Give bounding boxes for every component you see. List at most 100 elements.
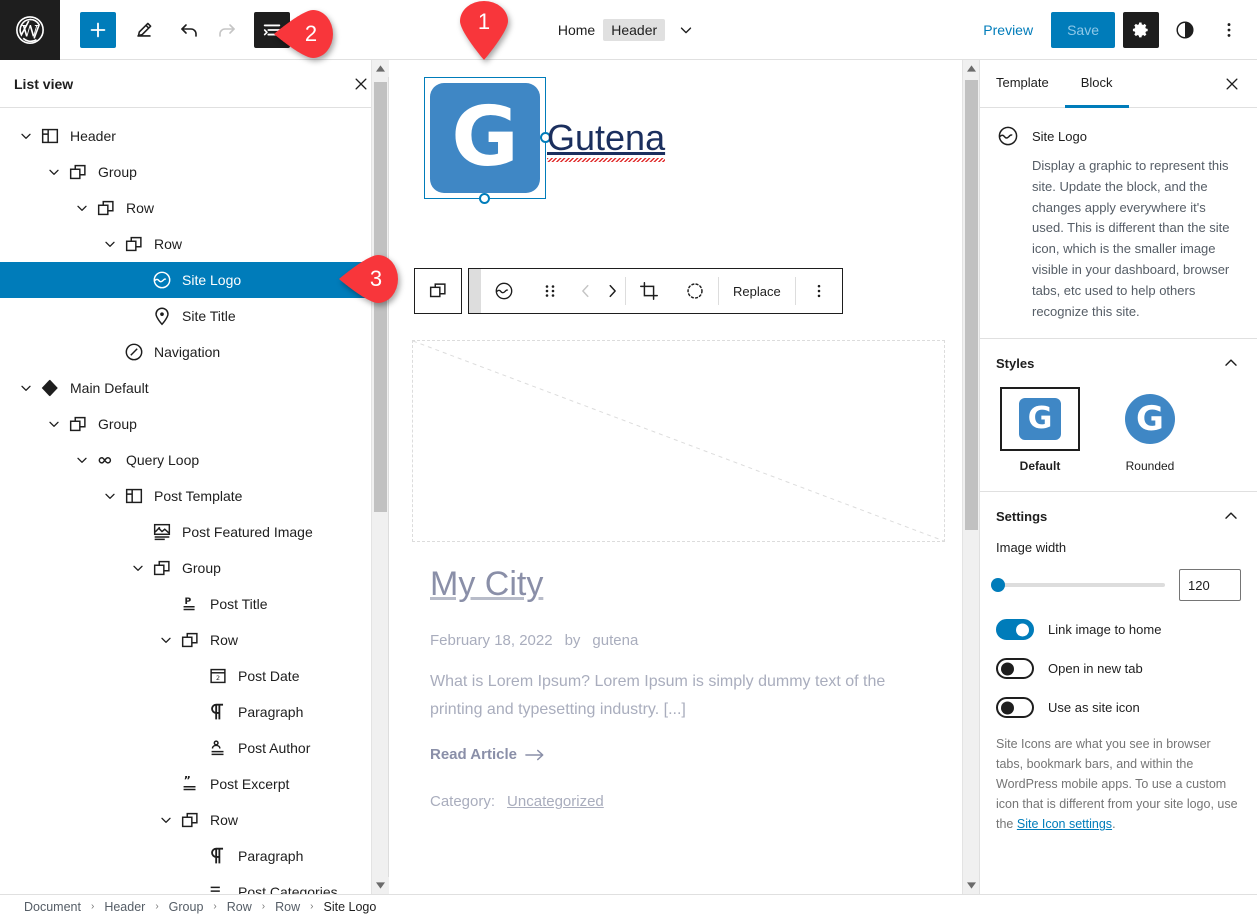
site-icon-settings-link[interactable]: Site Icon settings <box>1017 817 1112 831</box>
list-view-row-post-author[interactable]: Post Author <box>0 730 371 766</box>
image-width-slider[interactable] <box>991 578 1165 593</box>
toggle-use-as-site-icon[interactable] <box>996 697 1034 719</box>
list-view-row-post-title[interactable]: P Post Title <box>0 586 371 622</box>
replace-button[interactable]: Replace <box>719 269 795 313</box>
paragraph-icon <box>206 844 230 868</box>
breadcrumb-separator: › <box>261 901 266 912</box>
site-title-text: Gutena <box>547 117 666 158</box>
block-type-button[interactable] <box>481 269 527 313</box>
expand-collapse-chevron-icon[interactable] <box>98 232 122 256</box>
undo-button[interactable] <box>172 12 208 48</box>
breadcrumb-item-row[interactable]: Row <box>227 900 252 914</box>
row-spacer <box>182 664 206 688</box>
toggle-open-in-new-tab[interactable] <box>996 658 1034 680</box>
scrollbar-thumb[interactable] <box>965 80 978 530</box>
canvas-scrollbar[interactable] <box>962 60 979 894</box>
breadcrumb-item-site-logo[interactable]: Site Logo <box>323 900 376 914</box>
list-view-row-post-categories[interactable]: Post Categories <box>0 874 371 894</box>
move-right-button[interactable] <box>599 269 625 313</box>
list-view-row-group[interactable]: Group <box>0 550 371 586</box>
expand-collapse-chevron-icon[interactable] <box>154 628 178 652</box>
expand-collapse-chevron-icon[interactable] <box>154 808 178 832</box>
styles-contrast-button[interactable] <box>1167 12 1203 48</box>
sidebar-close-button[interactable] <box>1217 69 1247 99</box>
list-view-row-paragraph[interactable]: Paragraph <box>0 694 371 730</box>
post-title[interactable]: My City <box>430 565 543 604</box>
expand-collapse-chevron-icon[interactable] <box>70 448 94 472</box>
list-view-row-post-featured-image[interactable]: Post Featured Image <box>0 514 371 550</box>
crop-button[interactable] <box>626 269 672 313</box>
image-width-input[interactable] <box>1179 569 1241 602</box>
settings-button[interactable] <box>1123 12 1159 48</box>
settings-section-header[interactable]: Settings <box>996 506 1241 526</box>
resize-handle-bottom[interactable] <box>479 193 490 204</box>
toggle-link-image-to-home[interactable] <box>996 619 1034 641</box>
list-view-row-header[interactable]: Header <box>0 118 371 154</box>
list-view-row-site-title[interactable]: Site Title <box>0 298 371 334</box>
document-template-chip[interactable]: Header <box>603 19 666 41</box>
save-button[interactable]: Save <box>1051 12 1115 48</box>
scrollbar-down-button[interactable] <box>963 877 979 894</box>
toolbar-drag-grip[interactable] <box>469 269 481 313</box>
scrollbar-down-button[interactable] <box>372 877 389 894</box>
expand-collapse-chevron-icon[interactable] <box>42 160 66 184</box>
select-parent-block-button[interactable] <box>415 269 461 313</box>
list-view-row-group[interactable]: Group <box>0 406 371 442</box>
breadcrumb-item-group[interactable]: Group <box>169 900 204 914</box>
list-view-row-query-loop[interactable]: Query Loop <box>0 442 371 478</box>
toggle-row-open-in-new-tab[interactable]: Open in new tab <box>996 658 1241 680</box>
scrollbar-up-button[interactable] <box>372 60 389 77</box>
category-link[interactable]: Uncategorized <box>507 793 604 810</box>
document-dropdown-button[interactable] <box>673 17 699 43</box>
slider-knob[interactable] <box>991 578 1005 593</box>
list-view-row-row[interactable]: Row <box>0 802 371 838</box>
tab-template[interactable]: Template <box>980 60 1065 108</box>
list-view-row-group[interactable]: Group <box>0 154 371 190</box>
list-view-row-navigation[interactable]: Navigation <box>0 334 371 370</box>
list-view-scrollbar[interactable] <box>371 60 389 894</box>
read-article-link[interactable]: Read Article <box>430 746 545 763</box>
more-options-button[interactable] <box>1211 12 1247 48</box>
expand-collapse-chevron-icon[interactable] <box>14 124 38 148</box>
wordpress-logo-button[interactable]: W <box>0 0 60 60</box>
redo-button[interactable] <box>208 12 244 48</box>
drag-block-button[interactable] <box>527 269 573 313</box>
list-view-row-main-default[interactable]: Main Default <box>0 370 371 406</box>
post-featured-image-placeholder[interactable] <box>412 340 945 542</box>
move-left-button[interactable] <box>573 269 599 313</box>
expand-collapse-chevron-icon[interactable] <box>70 196 94 220</box>
list-view-row-label: Post Categories <box>238 884 338 894</box>
style-option-rounded[interactable]: G Rounded <box>1110 387 1190 473</box>
edit-tool-button[interactable] <box>126 12 162 48</box>
site-logo-block[interactable]: G Gutena <box>424 77 666 204</box>
toggle-row-link-image-to-home[interactable]: Link image to home <box>996 619 1241 641</box>
expand-collapse-chevron-icon[interactable] <box>98 484 122 508</box>
styles-section-header[interactable]: Styles <box>996 353 1241 373</box>
breadcrumb-item-row[interactable]: Row <box>275 900 300 914</box>
site-logo-selected-frame[interactable]: G <box>424 77 551 204</box>
tab-block[interactable]: Block <box>1064 60 1129 108</box>
block-options-button[interactable] <box>796 269 842 313</box>
expand-collapse-chevron-icon[interactable] <box>14 376 38 400</box>
list-view-row-post-template[interactable]: Post Template <box>0 478 371 514</box>
scrollbar-up-button[interactable] <box>963 60 979 77</box>
list-view-row-site-logo[interactable]: Site Logo <box>0 262 371 298</box>
toggle-row-use-as-site-icon[interactable]: Use as site icon <box>996 697 1241 719</box>
breadcrumb-item-document[interactable]: Document <box>24 900 81 914</box>
preview-button[interactable]: Preview <box>973 16 1043 44</box>
add-block-button[interactable] <box>80 11 116 48</box>
list-view-row-row[interactable]: Row <box>0 622 371 658</box>
list-view-row-post-date[interactable]: 2 Post Date <box>0 658 371 694</box>
list-view-row-row[interactable]: Row <box>0 226 371 262</box>
list-view-row-post-excerpt[interactable]: ” Post Excerpt <box>0 766 371 802</box>
list-view-row-label: Row <box>210 812 239 828</box>
site-title-block[interactable]: Gutena <box>547 117 666 162</box>
rounded-style-button[interactable] <box>672 269 718 313</box>
list-view-row-row[interactable]: Row <box>0 190 371 226</box>
svg-text:”: ” <box>184 774 191 787</box>
style-option-default[interactable]: G Default <box>1000 387 1080 473</box>
expand-collapse-chevron-icon[interactable] <box>126 556 150 580</box>
breadcrumb-item-header[interactable]: Header <box>104 900 145 914</box>
expand-collapse-chevron-icon[interactable] <box>42 412 66 436</box>
list-view-row-paragraph[interactable]: Paragraph <box>0 838 371 874</box>
